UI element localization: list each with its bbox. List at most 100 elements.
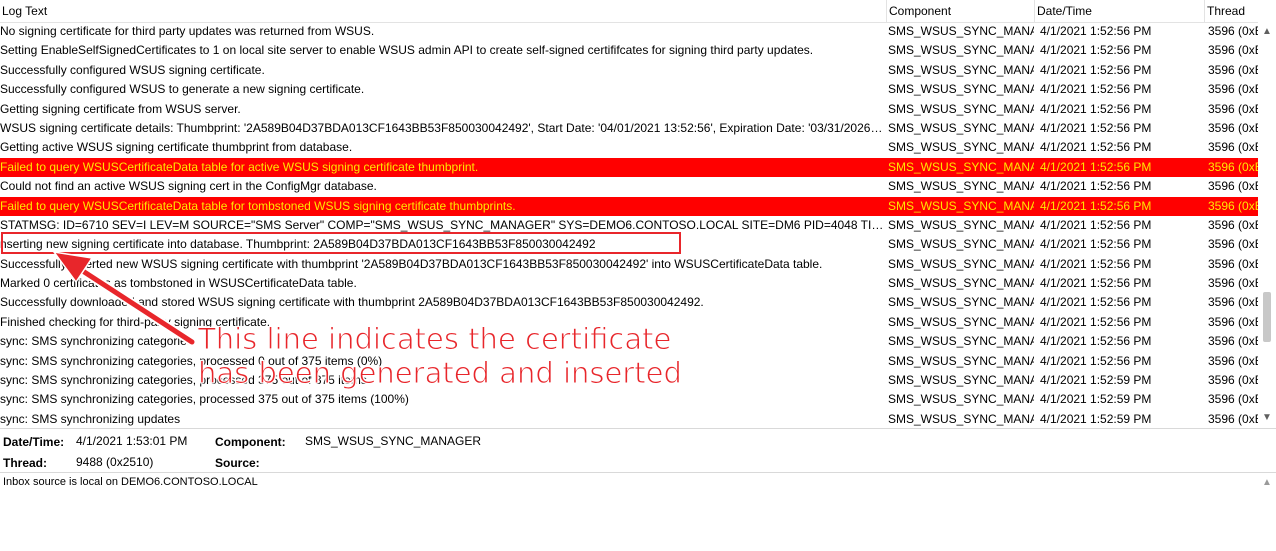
detail-thread-label: Thread: [3, 456, 48, 470]
thread-cell: 3596 (0xE [1208, 256, 1258, 271]
datetime-cell: 4/1/2021 1:52:56 PM [1040, 43, 1152, 58]
log-row[interactable]: Finished checking for third-party signin… [0, 313, 1258, 332]
detail-datetime-value: 4/1/2021 1:53:01 PM [76, 434, 188, 448]
column-header-component[interactable]: Component [886, 0, 1034, 22]
datetime-cell: 4/1/2021 1:52:59 PM [1040, 411, 1152, 426]
component-cell: SMS_WSUS_SYNC_MANAG [888, 411, 1034, 426]
log-row[interactable]: WSUS signing certificate details: Thumbp… [0, 119, 1258, 138]
log-row[interactable]: sync: SMS synchronizing categories, proc… [0, 352, 1258, 371]
detail-component-label: Component: [215, 435, 286, 449]
log-row-error[interactable]: Failed to query WSUSCertificateData tabl… [0, 157, 1258, 178]
component-cell: SMS_WSUS_SYNC_MANAG [888, 295, 1034, 310]
column-header-row: Log Text Component Date/Time Thread [0, 0, 1258, 23]
log-row[interactable]: Successfully configured WSUS signing cer… [0, 61, 1258, 80]
message-pane[interactable]: Inbox source is local on DEMO6.CONTOSO.L… [0, 472, 1276, 551]
log-row[interactable]: Successfully configured WSUS to generate… [0, 80, 1258, 99]
component-cell: SMS_WSUS_SYNC_MANAG [888, 392, 1034, 407]
datetime-cell: 4/1/2021 1:52:56 PM [1040, 140, 1152, 155]
log-row[interactable]: Successfully inserted new WSUS signing c… [0, 255, 1258, 274]
datetime-cell: 4/1/2021 1:52:56 PM [1040, 276, 1152, 291]
thread-cell: 3596 (0xE [1208, 159, 1258, 174]
datetime-cell: 4/1/2021 1:52:56 PM [1040, 198, 1152, 213]
detail-source-label: Source: [215, 456, 260, 470]
log-text-cell: Setting EnableSelfSignedCertificates to … [0, 43, 814, 58]
thread-cell: 3596 (0xE [1208, 373, 1258, 388]
log-text-cell: WSUS signing certificate details: Thumbp… [0, 120, 884, 135]
log-text-cell: Failed to query WSUSCertificateData tabl… [0, 159, 479, 174]
log-text-cell: Successfully configured WSUS signing cer… [0, 62, 265, 77]
log-text-cell: Failed to query WSUSCertificateData tabl… [0, 198, 516, 213]
log-text-cell: Finished checking for third-party signin… [0, 314, 271, 329]
detail-pane: Date/Time: 4/1/2021 1:53:01 PM Component… [0, 430, 1276, 472]
thread-cell: 3596 (0xE [1208, 140, 1258, 155]
thread-cell: 3596 (0xE [1208, 120, 1258, 135]
datetime-cell: 4/1/2021 1:52:56 PM [1040, 217, 1152, 232]
log-text-cell: sync: SMS synchronizing categories, proc… [0, 353, 383, 368]
component-cell: SMS_WSUS_SYNC_MANAG [888, 82, 1034, 97]
datetime-cell: 4/1/2021 1:52:56 PM [1040, 314, 1152, 329]
datetime-cell: 4/1/2021 1:52:56 PM [1040, 179, 1152, 194]
log-row[interactable]: Getting active WSUS signing certificate … [0, 138, 1258, 157]
log-text-cell: nserting new signing certificate into da… [0, 237, 596, 252]
thread-cell: 3596 (0xE [1208, 82, 1258, 97]
thread-cell: 3596 (0xE [1208, 353, 1258, 368]
detail-component-value: SMS_WSUS_SYNC_MANAGER [305, 434, 482, 448]
column-header-thread[interactable]: Thread [1204, 0, 1258, 22]
component-cell: SMS_WSUS_SYNC_MANAG [888, 179, 1034, 194]
log-row[interactable]: sync: SMS synchronizing categories, proc… [0, 371, 1258, 390]
log-row[interactable]: Could not find an active WSUS signing ce… [0, 177, 1258, 196]
thread-cell: 3596 (0xE [1208, 62, 1258, 77]
datetime-cell: 4/1/2021 1:52:56 PM [1040, 237, 1152, 252]
cmtrace-window: Log Text Component Date/Time Thread No s… [0, 0, 1276, 551]
component-cell: SMS_WSUS_SYNC_MANAG [888, 373, 1034, 388]
component-cell: SMS_WSUS_SYNC_MANAG [888, 198, 1034, 213]
scrollbar-thumb[interactable] [1263, 292, 1271, 342]
log-text-cell: sync: SMS synchronizing categories, proc… [0, 373, 367, 388]
column-header-log-text[interactable]: Log Text [0, 0, 886, 22]
datetime-cell: 4/1/2021 1:52:56 PM [1040, 256, 1152, 271]
log-row[interactable]: sync: SMS synchronizing categories, proc… [0, 390, 1258, 409]
thread-cell: 3596 (0xE [1208, 276, 1258, 291]
log-row[interactable]: sync: SMS synchronizing categories SMS_WS… [0, 332, 1258, 351]
log-text-cell: sync: SMS synchronizing updates [0, 411, 181, 426]
log-row[interactable]: Setting EnableSelfSignedCertificates to … [0, 41, 1258, 60]
chevron-down-icon[interactable]: ▼ [1258, 410, 1276, 426]
component-cell: SMS_WSUS_SYNC_MANAG [888, 101, 1034, 116]
component-cell: SMS_WSUS_SYNC_MANAG [888, 353, 1034, 368]
component-cell: SMS_WSUS_SYNC_MANAG [888, 159, 1034, 174]
datetime-cell: 4/1/2021 1:52:56 PM [1040, 353, 1152, 368]
log-row[interactable]: nserting new signing certificate into da… [0, 235, 1258, 254]
thread-cell: 3596 (0xE [1208, 101, 1258, 116]
log-text-cell: No signing certificate for third party u… [0, 24, 375, 38]
detail-thread-value: 9488 (0x2510) [76, 455, 154, 469]
thread-cell: 3596 (0xE [1208, 24, 1258, 38]
log-row[interactable]: Getting signing certificate from WSUS se… [0, 100, 1258, 119]
component-cell: SMS_WSUS_SYNC_MANAG [888, 314, 1034, 329]
datetime-cell: 4/1/2021 1:52:56 PM [1040, 62, 1152, 77]
component-cell: SMS_WSUS_SYNC_MANAG [888, 24, 1034, 38]
column-header-date-time[interactable]: Date/Time [1034, 0, 1204, 22]
datetime-cell: 4/1/2021 1:52:59 PM [1040, 392, 1152, 407]
log-row[interactable]: Marked 0 certificates as tombstoned in W… [0, 274, 1258, 293]
log-text-cell: Getting active WSUS signing certificate … [0, 140, 353, 155]
log-row[interactable]: No signing certificate for third party u… [0, 22, 1258, 41]
vertical-scrollbar[interactable]: ▲ ▼ [1258, 22, 1276, 428]
log-row-error[interactable]: Failed to query WSUSCertificateData tabl… [0, 196, 1258, 216]
component-cell: SMS_WSUS_SYNC_MANAG [888, 62, 1034, 77]
chevron-up-icon[interactable]: ▲ [1262, 477, 1272, 488]
thread-cell: 3596 (0xE [1208, 43, 1258, 58]
log-text-cell: sync: SMS synchronizing categories, proc… [0, 392, 409, 407]
log-grid[interactable]: Log Text Component Date/Time Thread No s… [0, 0, 1276, 429]
detail-datetime-label: Date/Time: [3, 435, 65, 449]
log-row[interactable]: Successfully downloaded and stored WSUS … [0, 293, 1258, 312]
log-text-cell: Could not find an active WSUS signing ce… [0, 179, 377, 194]
chevron-up-icon[interactable]: ▲ [1258, 24, 1276, 40]
component-cell: SMS_WSUS_SYNC_MANAG [888, 237, 1034, 252]
log-row[interactable]: STATMSG: ID=6710 SEV=I LEV=M SOURCE="SMS… [0, 216, 1258, 235]
log-row[interactable]: sync: SMS synchronizing updates SMS_WSUS_… [0, 410, 1258, 428]
component-cell: SMS_WSUS_SYNC_MANAG [888, 334, 1034, 349]
datetime-cell: 4/1/2021 1:52:56 PM [1040, 120, 1152, 135]
thread-cell: 3596 (0xE [1208, 392, 1258, 407]
component-cell: SMS_WSUS_SYNC_MANAG [888, 217, 1034, 232]
thread-cell: 3596 (0xE [1208, 217, 1258, 232]
